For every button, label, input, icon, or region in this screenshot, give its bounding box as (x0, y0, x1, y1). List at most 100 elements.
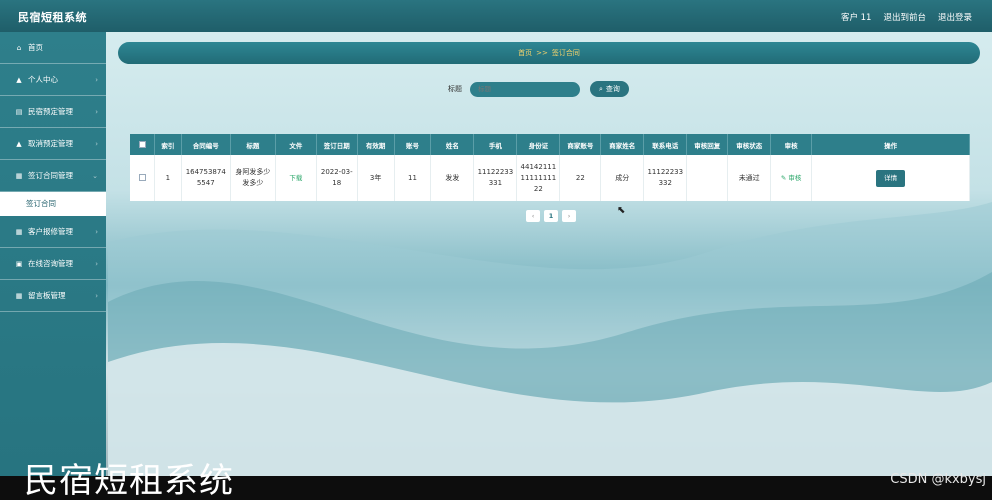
contract-table: 索引 合同编号 标题 文件 签订日期 有效期 账号 姓名 手机 身份证 商家账号… (130, 134, 970, 201)
cell-index: 1 (154, 155, 182, 201)
column-header: 商家账号 (559, 134, 602, 155)
download-link[interactable]: 下载 (289, 174, 302, 182)
mouse-cursor-icon: ⬉ (617, 205, 626, 216)
sidebar-item-message-board-management[interactable]: ▦ 留言板管理 › (0, 280, 106, 312)
sidebar-subitem-label: 签订合同 (26, 199, 56, 208)
sidebar-item-label: 民宿预定管理 (28, 107, 73, 116)
sidebar-item-home[interactable]: ⌂ 首页 (0, 32, 106, 64)
user-icon: ▲ (16, 75, 22, 84)
column-header: 联系电话 (643, 134, 688, 155)
column-header: 签订日期 (316, 134, 358, 155)
cell-review-status: 未通过 (727, 155, 772, 201)
column-header: 姓名 (430, 134, 475, 155)
row-checkbox[interactable] (130, 155, 156, 201)
cell-sign-date: 2022-03-18 (316, 155, 358, 201)
column-header: 身份证 (516, 134, 561, 155)
cell-contract-no: 1647538745547 (181, 155, 231, 201)
search-bar: 标题 ⌕ 查询 (448, 81, 629, 97)
chevron-right-icon: › (95, 108, 98, 116)
search-button-label: 查询 (605, 85, 620, 93)
column-header: 合同编号 (181, 134, 231, 155)
exit-to-frontend-link[interactable]: 退出到前台 (883, 11, 926, 23)
table-header-row: 索引 合同编号 标题 文件 签订日期 有效期 账号 姓名 手机 身份证 商家账号… (130, 134, 970, 155)
breadcrumb: 首页 >> 签订合同 (118, 42, 980, 64)
column-header: 有效期 (357, 134, 395, 155)
cell-validity: 3年 (357, 155, 395, 201)
review-link-label: 审核 (788, 173, 802, 182)
grid-icon: ▦ (15, 171, 23, 180)
doc-icon: ▣ (15, 259, 23, 268)
cell-review-reply (686, 155, 729, 201)
edit-icon: ✎ (780, 173, 787, 182)
video-caption-title: 民宿短租系统 (24, 461, 234, 500)
cell-id-card: 441421111111111122 (516, 155, 561, 201)
pagination: ‹ 1 › (526, 210, 576, 222)
sidebar-item-label: 在线咨询管理 (28, 259, 73, 268)
column-header: 标题 (230, 134, 276, 155)
cell-operation: 详情 (811, 155, 970, 201)
sidebar-subitem-sign-contract[interactable]: 签订合同 (0, 192, 106, 216)
column-header: 索引 (154, 134, 182, 155)
chevron-right-icon: › (95, 140, 98, 148)
column-header: 商家姓名 (600, 134, 645, 155)
cell-file: 下载 (275, 155, 317, 201)
current-user-link[interactable]: 客户 11 (841, 11, 872, 23)
sidebar-item-label: 个人中心 (28, 75, 58, 84)
sidebar-item-personal-center[interactable]: ▲ 个人中心 › (0, 64, 106, 96)
main-content: 首页 >> 签订合同 标题 ⌕ 查询 (108, 32, 992, 476)
grid-icon: ▦ (15, 227, 23, 236)
chevron-right-icon: › (95, 260, 98, 268)
sidebar: ⌂ 首页 ▲ 个人中心 › ▤ 民宿预定管理 › ▲ 取消预定管理 › ▦ 签订… (0, 32, 106, 476)
home-icon: ⌂ (16, 43, 22, 52)
logout-link[interactable]: 退出登录 (938, 11, 972, 23)
sidebar-item-label: 首页 (28, 43, 43, 52)
grid-icon: ▦ (15, 291, 23, 300)
search-button[interactable]: ⌕ 查询 (590, 81, 629, 97)
prev-page-button[interactable]: ‹ (526, 210, 540, 222)
cell-contact-phone: 11122233332 (643, 155, 688, 201)
next-page-button[interactable]: › (562, 210, 576, 222)
chevron-right-icon: › (95, 292, 98, 300)
search-input[interactable] (470, 81, 580, 97)
sidebar-item-booking-management[interactable]: ▤ 民宿预定管理 › (0, 96, 106, 128)
cell-phone: 11122233331 (473, 155, 518, 201)
column-header: 手机 (473, 134, 518, 155)
sidebar-item-contract-management[interactable]: ▦ 签订合同管理 ⌄ (0, 160, 106, 192)
details-button[interactable]: 详情 (876, 169, 906, 187)
list-icon: ▤ (15, 107, 23, 116)
column-header: 审核状态 (727, 134, 772, 155)
cell-merchant-account: 22 (559, 155, 602, 201)
sidebar-item-label: 留言板管理 (28, 291, 66, 300)
sidebar-item-label: 取消预定管理 (28, 139, 73, 148)
breadcrumb-separator: >> (536, 49, 548, 57)
column-header: 审核 (770, 134, 813, 155)
breadcrumb-current: 签订合同 (551, 49, 580, 57)
search-label: 标题 (448, 85, 462, 93)
cell-name: 发发 (430, 155, 475, 201)
search-icon: ⌕ (599, 84, 603, 93)
select-all-checkbox[interactable] (130, 134, 156, 155)
header-links: 客户 11 退出到前台 退出登录 (841, 11, 972, 23)
sidebar-item-consultation-management[interactable]: ▣ 在线咨询管理 › (0, 248, 106, 280)
column-header: 审核回复 (686, 134, 729, 155)
cell-title: 身阿发多少发多少 (230, 155, 276, 201)
cell-account: 11 (394, 155, 432, 201)
table-row: 1 1647538745547 身阿发多少发多少 下载 2022-03-18 3… (130, 155, 970, 201)
user-icon: ▲ (16, 139, 22, 148)
chevron-right-icon: › (95, 76, 98, 84)
cell-review-action: ✎ 审核 (770, 155, 813, 201)
column-header: 账号 (394, 134, 432, 155)
review-link[interactable]: ✎ 审核 (781, 174, 802, 182)
page-number-button[interactable]: 1 (544, 210, 558, 222)
sidebar-item-repair-management[interactable]: ▦ 客户报修管理 › (0, 216, 106, 248)
csdn-watermark: CSDN @kxbysj (890, 472, 986, 487)
sidebar-item-label: 签订合同管理 (28, 171, 73, 180)
app-title: 民宿短租系统 (18, 11, 87, 24)
app-frame: 民宿短租系统 客户 11 退出到前台 退出登录 ⌂ 首页 ▲ 个人中心 › ▤ … (0, 0, 992, 476)
breadcrumb-home-link[interactable]: 首页 (518, 48, 532, 58)
sidebar-item-cancel-booking-management[interactable]: ▲ 取消预定管理 › (0, 128, 106, 160)
background-wave-decoration (108, 202, 992, 476)
cell-merchant-name: 成分 (600, 155, 645, 201)
chevron-right-icon: › (95, 228, 98, 236)
column-header: 文件 (275, 134, 317, 155)
